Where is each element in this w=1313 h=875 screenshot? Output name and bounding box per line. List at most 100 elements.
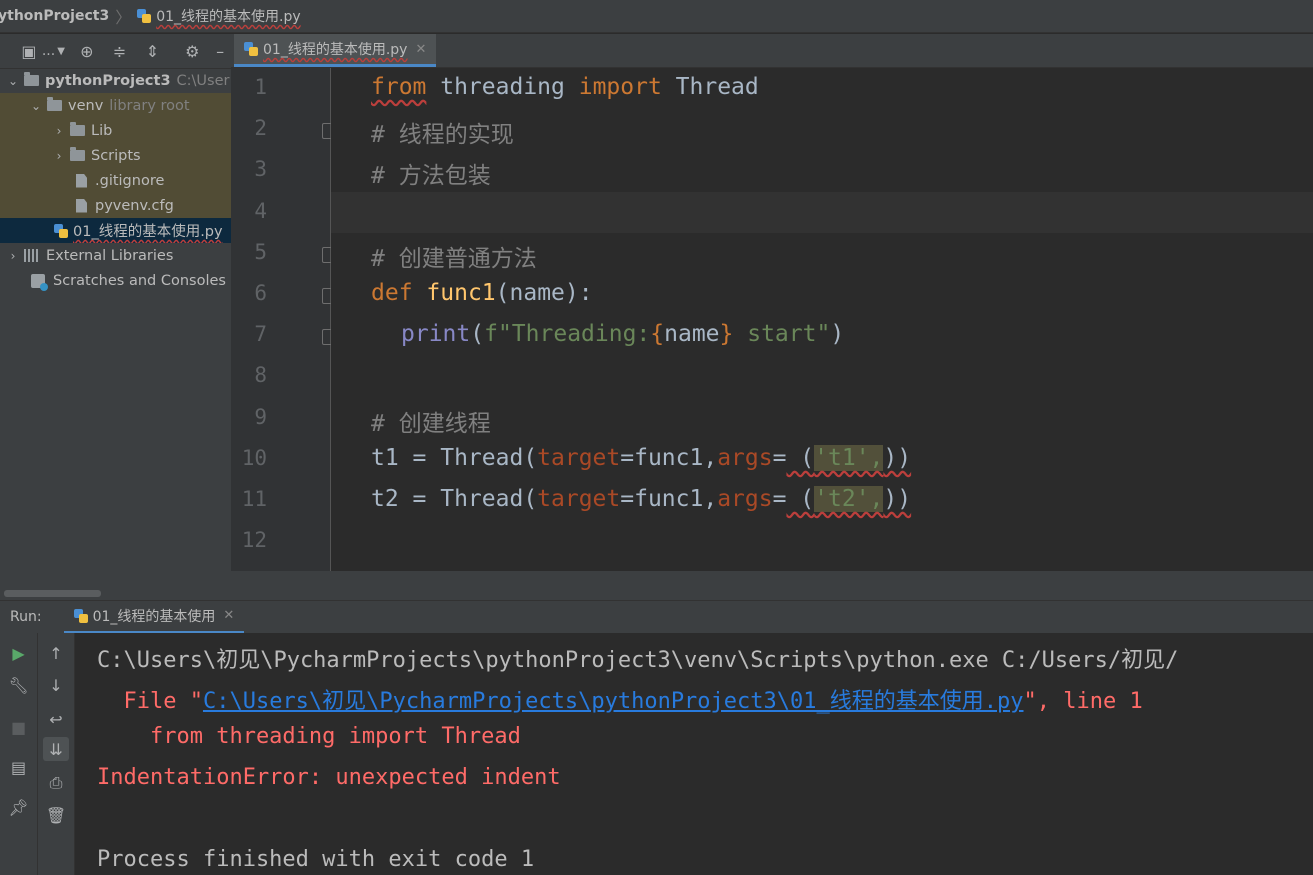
file-icon xyxy=(76,198,87,213)
print-icon[interactable]: ⎙ xyxy=(38,771,74,795)
arrow-down-icon[interactable]: ↓ xyxy=(38,673,74,697)
code-line-5: # 创建普通方法 xyxy=(371,246,537,272)
close-icon[interactable]: ✕ xyxy=(223,608,234,623)
library-icon xyxy=(24,249,40,262)
line-number: 1 xyxy=(254,75,267,99)
wrench-icon[interactable]: 🔧︎ xyxy=(0,673,37,697)
stop-icon[interactable]: ■ xyxy=(0,715,37,739)
line-number: 7 xyxy=(254,322,267,346)
chevron-right-icon[interactable]: › xyxy=(52,149,66,163)
current-line-highlight xyxy=(331,192,1313,233)
line-number: 4 xyxy=(254,199,267,223)
chevron-down-icon[interactable]: ⌄ xyxy=(29,99,43,113)
line-gutter[interactable]: 1 2 3 4 5 6 7 8 9 10 11 12 xyxy=(231,68,336,571)
tree-item-gitignore[interactable]: .gitignore xyxy=(0,168,231,193)
tab-main-file[interactable]: 01_线程的基本使用.py ✕ xyxy=(234,34,437,67)
scratches-icon xyxy=(31,273,48,291)
run-tab-label: 01_线程的基本使用 xyxy=(92,608,216,625)
collapse-all-icon[interactable]: ⇕ xyxy=(142,40,164,62)
tree-item-pyvenv[interactable]: pyvenv.cfg xyxy=(0,193,231,218)
line-number: 6 xyxy=(254,281,267,305)
project-toolbar: ▣ ... ▼ ⊕ ≑ ⇕ ⚙ – xyxy=(0,34,231,69)
project-path: C:\User xyxy=(176,72,230,89)
console-line-command: C:\Users\初见\PycharmProjects\pythonProjec… xyxy=(97,648,1179,673)
tree-item-lib[interactable]: › Lib xyxy=(0,118,231,143)
expand-all-icon[interactable]: ≑ xyxy=(109,40,131,62)
code-line-2: # 线程的实现 xyxy=(371,122,514,148)
code-editor[interactable]: from threading import Thread # 线程的实现 # 方… xyxy=(331,68,1313,571)
project-view-icon[interactable]: ▣ xyxy=(18,40,40,62)
breadcrumb-project[interactable]: ythonProject3 xyxy=(0,8,109,24)
scratches-label: Scratches and Consoles xyxy=(53,272,226,289)
pin-icon[interactable]: 📌︎ xyxy=(0,795,37,819)
line-number: 2 xyxy=(254,116,267,140)
layout-icon[interactable]: ▤ xyxy=(0,755,37,779)
line-number: 10 xyxy=(241,446,267,470)
python-file-icon xyxy=(244,42,258,56)
soft-wrap-icon[interactable]: ↩ xyxy=(38,707,74,731)
horizontal-scrollbar[interactable] xyxy=(0,571,1313,600)
chevron-right-icon[interactable]: › xyxy=(6,249,20,263)
breadcrumb-separator: 〉 xyxy=(115,8,132,27)
code-line-6: def func1(name): xyxy=(371,280,593,306)
tree-item-scratches[interactable]: Scratches and Consoles xyxy=(0,268,231,293)
tree-item-main-file[interactable]: 01_线程的基本使用.py xyxy=(0,218,231,243)
run-console[interactable]: C:\Users\初见\PycharmProjects\pythonProjec… xyxy=(75,633,1313,875)
locate-icon[interactable]: ⊕ xyxy=(76,40,98,62)
run-panel-header: Run: 01_线程的基本使用 ✕ xyxy=(0,600,1313,634)
line-number: 9 xyxy=(254,405,267,429)
console-line-file: File "C:\Users\初见\PycharmProjects\python… xyxy=(97,689,1143,714)
external-libraries-label: External Libraries xyxy=(46,247,174,264)
tree-item-venv[interactable]: ⌄ venv library root xyxy=(0,93,231,118)
line-number: 5 xyxy=(254,240,267,264)
python-file-icon xyxy=(137,9,152,23)
line-number: 3 xyxy=(254,157,267,181)
editor-tab-bar: 01_线程的基本使用.py ✕ xyxy=(231,34,1313,68)
project-view-dropdown[interactable]: ... xyxy=(42,43,55,59)
line-number: 8 xyxy=(254,363,267,387)
chevron-right-icon[interactable]: › xyxy=(52,124,66,138)
run-label: Run: xyxy=(10,609,42,625)
project-name: pythonProject3 xyxy=(45,72,171,89)
arrow-up-icon[interactable]: ↑ xyxy=(38,641,74,665)
hide-icon[interactable]: – xyxy=(209,40,231,62)
line-number: 12 xyxy=(241,528,267,552)
file-icon xyxy=(76,173,87,188)
dropdown-chevron-icon[interactable]: ▼ xyxy=(57,46,65,57)
project-sidebar: ▣ ... ▼ ⊕ ≑ ⇕ ⚙ – ⌄ pythonProject3 C:\Us… xyxy=(0,34,231,600)
tab-run-config[interactable]: 01_线程的基本使用 ✕ xyxy=(63,601,245,634)
line-number: 11 xyxy=(241,487,267,511)
tab-label: 01_线程的基本使用.py xyxy=(263,42,408,58)
rerun-icon[interactable]: ▶ xyxy=(0,641,37,665)
lib-label: Lib xyxy=(91,122,113,139)
code-line-1: from threading import Thread xyxy=(371,74,759,100)
chevron-down-icon[interactable]: ⌄ xyxy=(6,74,20,88)
code-line-10: t1 = Thread(target=func1,args= ('t1',)) xyxy=(371,445,912,471)
code-line-9: # 创建线程 xyxy=(371,411,491,437)
trash-icon[interactable]: 🗑︎ xyxy=(38,803,74,827)
console-file-link[interactable]: C:\Users\初见\PycharmProjects\pythonProjec… xyxy=(203,689,1024,714)
breadcrumb-file[interactable]: 01_线程的基本使用.py xyxy=(156,6,300,26)
run-toolbar-secondary: ↑ ↓ ↩ ⇊ ⎙ 🗑︎ xyxy=(38,633,75,875)
console-line-source: from threading import Thread xyxy=(97,724,521,749)
tree-item-external-libraries[interactable]: › External Libraries xyxy=(0,243,231,268)
scrollbar-thumb[interactable] xyxy=(4,590,101,597)
scripts-label: Scripts xyxy=(91,147,141,164)
code-line-11: t2 = Thread(target=func1,args= ('t2',)) xyxy=(371,486,912,512)
code-line-3: # 方法包装 xyxy=(371,163,491,189)
console-line-exit: Process finished with exit code 1 xyxy=(97,847,535,872)
venv-hint: library root xyxy=(109,97,190,114)
tree-item-project[interactable]: ⌄ pythonProject3 C:\User xyxy=(0,68,231,93)
close-icon[interactable]: ✕ xyxy=(415,42,426,57)
gear-icon[interactable]: ⚙ xyxy=(181,40,203,62)
python-file-icon xyxy=(54,223,68,238)
pyvenv-label: pyvenv.cfg xyxy=(95,197,174,214)
folder-icon xyxy=(70,147,85,161)
breadcrumb: ythonProject3 〉 01_线程的基本使用.py xyxy=(0,0,1313,33)
python-file-icon xyxy=(73,608,88,623)
folder-icon xyxy=(24,72,39,86)
console-line-error: IndentationError: unexpected indent xyxy=(97,765,561,790)
venv-label: venv xyxy=(68,97,104,114)
scroll-to-end-icon[interactable]: ⇊ xyxy=(43,737,69,761)
tree-item-scripts[interactable]: › Scripts xyxy=(0,143,231,168)
